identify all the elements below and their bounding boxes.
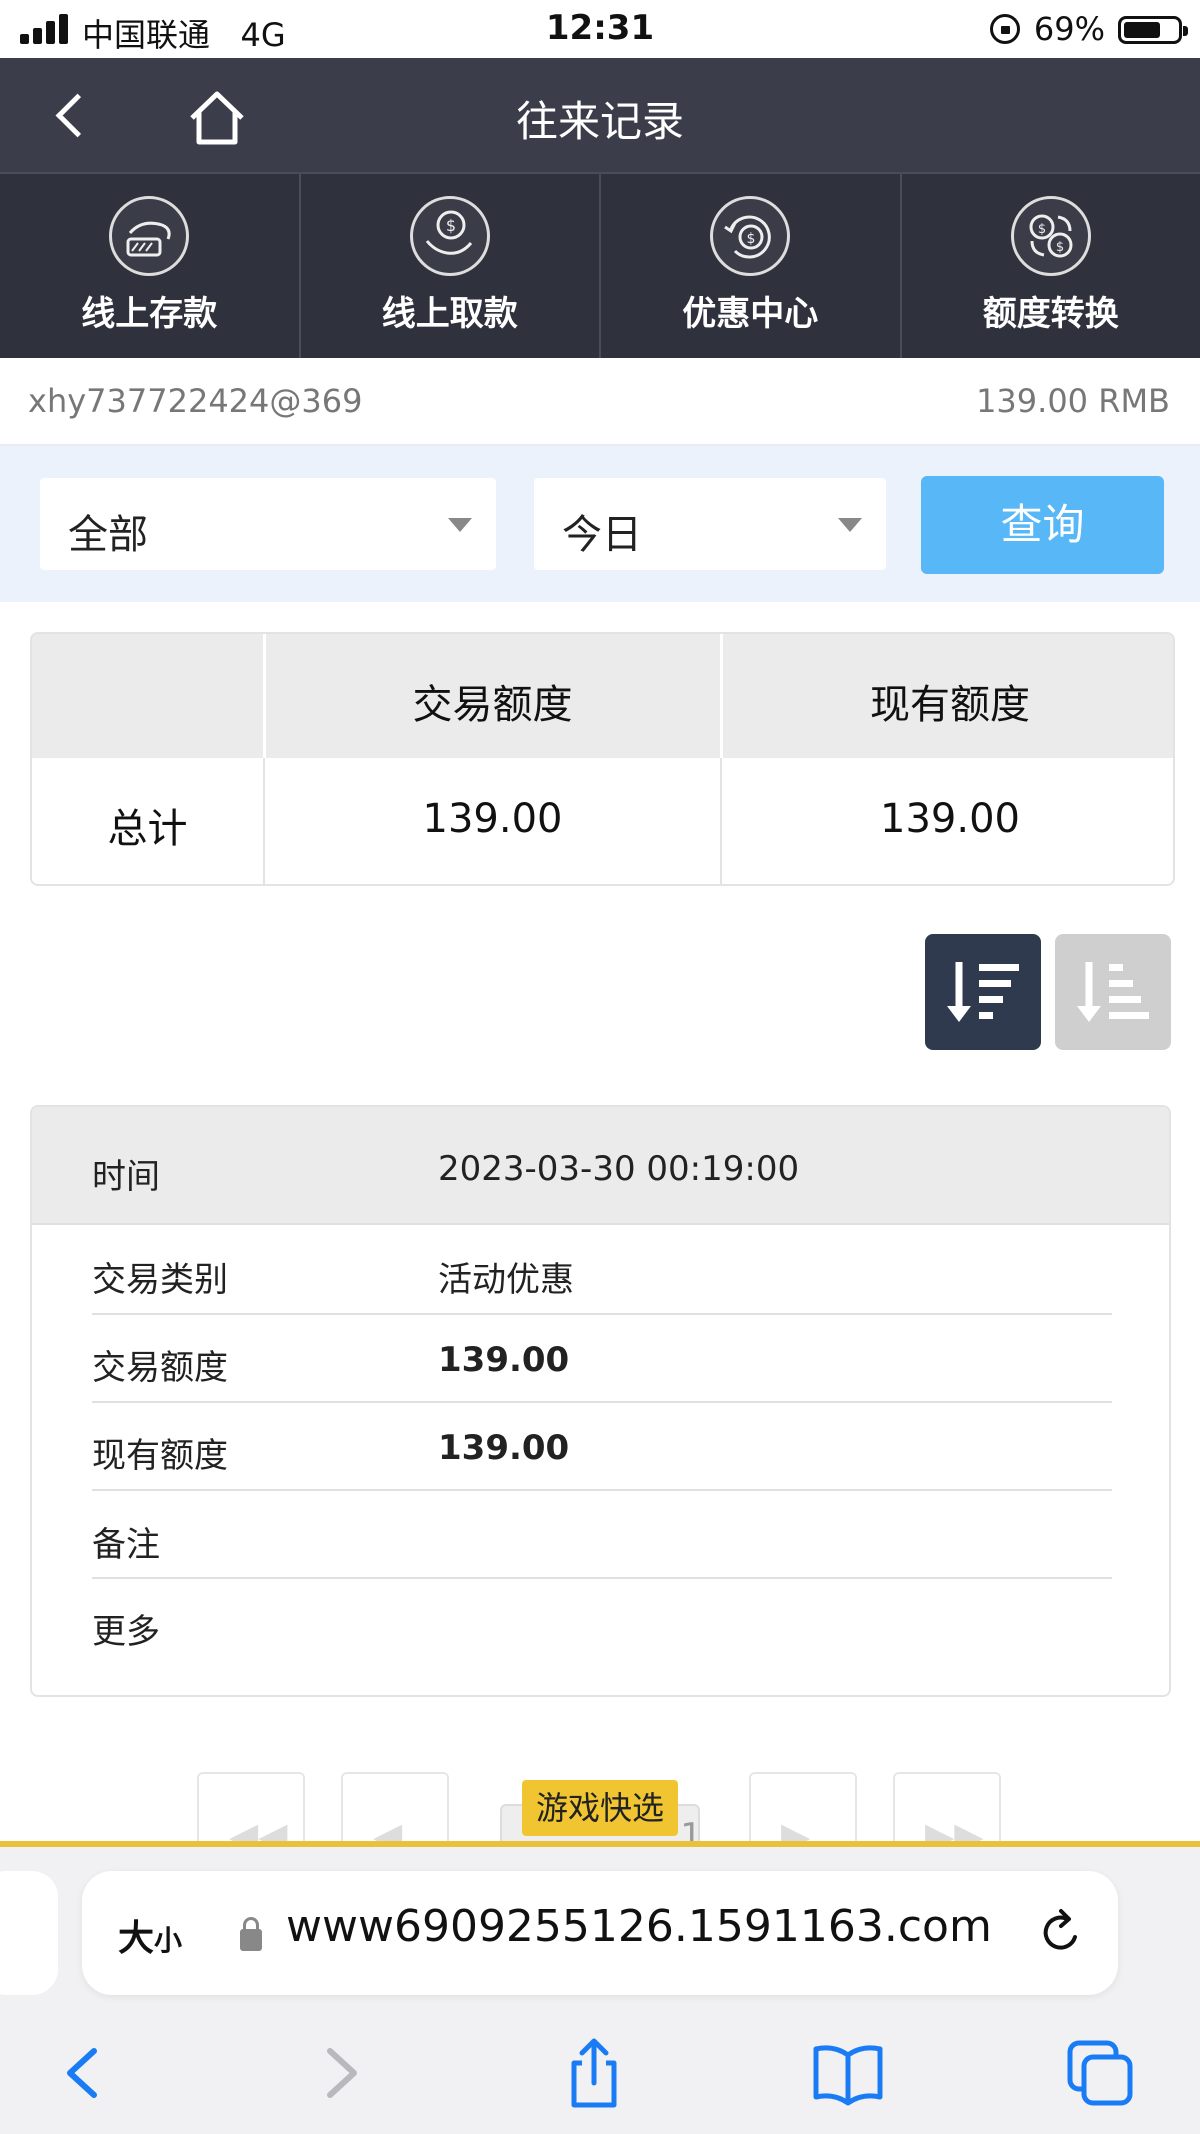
last-page-button[interactable]: ▶▶: [893, 1772, 1001, 1858]
record-row-label: 备注: [92, 1525, 160, 1565]
tabs-icon[interactable]: [1060, 2033, 1140, 2113]
previous-tab-peek[interactable]: [0, 1871, 58, 1995]
sort-ascending-button[interactable]: [1055, 934, 1171, 1050]
nav-promotion-center[interactable]: $ 优惠中心: [601, 174, 902, 358]
record-row-label: 现有额度: [92, 1436, 228, 1476]
summary-trade-amount: 139.00: [422, 796, 563, 842]
address-bar[interactable]: 大小 www6909255126.1591163.com: [82, 1871, 1118, 1995]
nav-label: 线上存款: [81, 294, 218, 334]
record-row-value: 139.00: [438, 1340, 570, 1380]
summary-header-trade: 交易额度: [412, 682, 573, 728]
browser-toolbar: 大小 www6909255126.1591163.com: [0, 1847, 1200, 2134]
account-bar: xhy737722424@369 139.00 RMB: [0, 358, 1200, 446]
record-row-value: 139.00: [438, 1428, 570, 1468]
chevron-down-icon: [838, 518, 862, 532]
promotion-icon: $: [710, 196, 791, 276]
svg-text:$: $: [446, 216, 456, 235]
record-time-label: 时间: [92, 1157, 160, 1197]
share-icon[interactable]: [554, 2033, 634, 2113]
nav-online-deposit[interactable]: 线上存款: [0, 174, 301, 358]
period-select[interactable]: 今日: [534, 478, 886, 570]
browser-forward-icon[interactable]: [300, 2033, 380, 2113]
withdraw-icon: $: [409, 196, 490, 276]
clock: 12:31: [545, 8, 655, 48]
nav-credit-transfer[interactable]: $ $ 额度转换: [902, 174, 1200, 358]
url-text[interactable]: www6909255126.1591163.com: [286, 1901, 992, 1952]
account-balance: 139.00 RMB: [976, 382, 1170, 420]
filter-bar: 全部 今日 查询: [0, 446, 1200, 602]
record-card: 时间 2023-03-30 00:19:00 交易类别 活动优惠 交易额度 13…: [30, 1105, 1171, 1697]
record-row-value: 活动优惠: [438, 1260, 574, 1300]
chevron-down-icon: [448, 518, 472, 532]
sort-descending-button[interactable]: [925, 934, 1041, 1050]
lock-icon: [240, 1917, 262, 1951]
reload-icon[interactable]: [1037, 1907, 1085, 1957]
text-size-large: 大: [118, 1918, 155, 1959]
bookmarks-icon[interactable]: [808, 2033, 888, 2113]
svg-text:$: $: [1038, 222, 1046, 237]
page-title: 往来记录: [515, 97, 684, 146]
transfer-icon: $ $: [1010, 196, 1091, 276]
svg-text:$: $: [747, 231, 756, 247]
battery-percent: 69%: [1033, 10, 1105, 48]
record-time-value: 2023-03-30 00:19:00: [438, 1149, 800, 1189]
nav-label: 优惠中心: [682, 294, 819, 334]
app-header: 往来记录: [0, 58, 1200, 172]
quick-nav: 线上存款 $ 线上取款 $ 优惠中心 $ $ 额度转换: [0, 172, 1200, 358]
svg-text:$: $: [1056, 240, 1064, 255]
status-bar: 中国联通 4G 12:31 69%: [0, 0, 1200, 58]
game-quick-select-button[interactable]: 游戏快选: [522, 1780, 678, 1836]
nav-online-withdraw[interactable]: $ 线上取款: [301, 174, 601, 358]
first-page-button[interactable]: ◀◀: [197, 1772, 305, 1858]
battery-icon: [1118, 16, 1188, 44]
prev-page-button[interactable]: ◀: [341, 1772, 449, 1858]
type-select-value: 全部: [68, 512, 148, 558]
summary-header-current: 现有额度: [870, 682, 1030, 728]
nav-label: 额度转换: [982, 294, 1119, 334]
summary-table: 交易额度 现有额度 总计 139.00 139.00: [30, 632, 1175, 886]
record-row-label: 交易额度: [92, 1348, 228, 1388]
orientation-lock-icon: [990, 14, 1020, 44]
sort-asc-icon: [1077, 962, 1149, 1022]
record-more-link[interactable]: 更多: [92, 1604, 160, 1653]
account-username: xhy737722424@369: [28, 382, 363, 420]
next-page-button[interactable]: ▶: [749, 1772, 857, 1858]
browser-back-icon[interactable]: [44, 2033, 124, 2113]
deposit-icon: [109, 196, 190, 276]
nav-label: 线上取款: [381, 294, 518, 334]
summary-total-label: 总计: [107, 806, 188, 852]
sort-desc-icon: [947, 962, 1019, 1022]
record-row-label: 交易类别: [92, 1260, 228, 1300]
period-select-value: 今日: [562, 512, 642, 558]
query-button[interactable]: 查询: [921, 476, 1164, 574]
type-select[interactable]: 全部: [40, 478, 496, 570]
text-size-small: 小: [154, 1924, 183, 1957]
text-size-button[interactable]: 大小: [118, 1909, 182, 1961]
summary-current-amount: 139.00: [880, 796, 1020, 842]
